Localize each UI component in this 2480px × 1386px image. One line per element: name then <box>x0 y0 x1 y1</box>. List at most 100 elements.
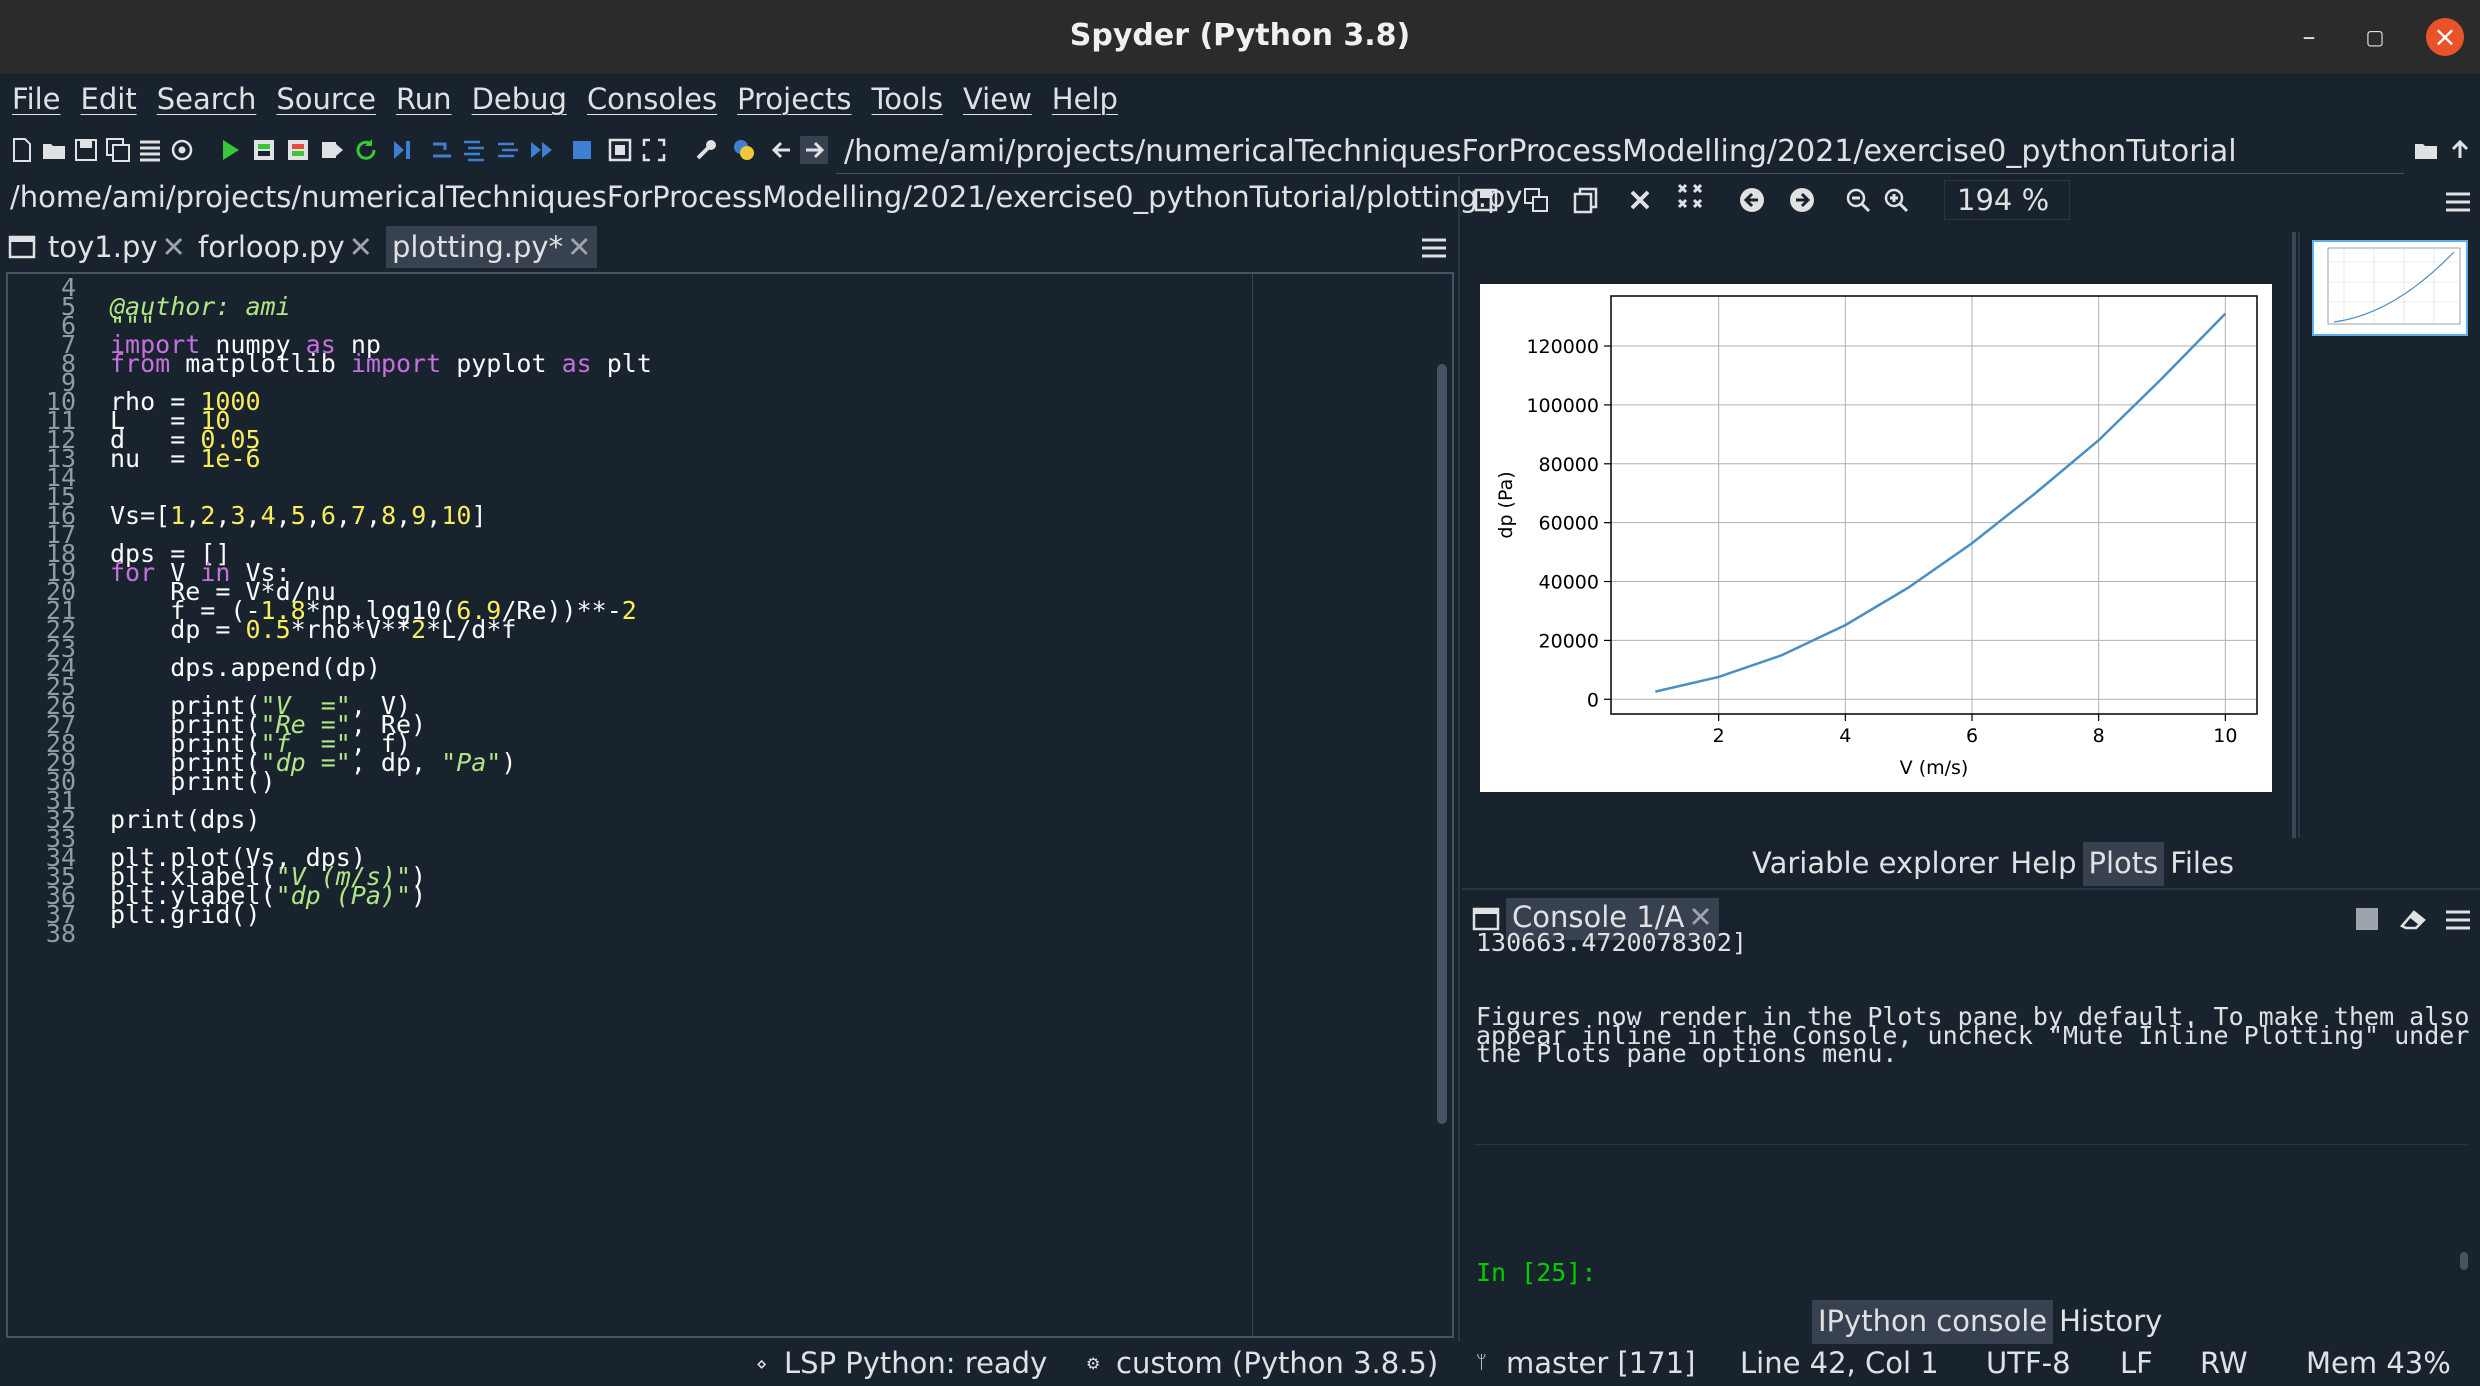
y-tick-label: 100000 <box>1526 395 1599 417</box>
save-all-plots-icon[interactable] <box>1522 186 1550 214</box>
parent-dir-arrow-icon[interactable] <box>2446 136 2474 164</box>
line-number: 38 <box>45 919 76 948</box>
close-tab-icon[interactable]: ✕ <box>567 230 591 264</box>
run-icon[interactable] <box>216 136 244 164</box>
close-tab-icon[interactable]: ✕ <box>349 230 373 264</box>
editor-options-menu-icon[interactable] <box>1420 236 1448 260</box>
menu-source[interactable]: Source <box>276 82 376 116</box>
y-axis-label: dp (Pa) <box>1495 471 1517 538</box>
browse-tabs-icon[interactable] <box>8 234 36 260</box>
remove-all-plots-icon[interactable] <box>1676 182 1704 210</box>
editor-scrollbar[interactable] <box>1434 274 1452 1336</box>
menu-run[interactable]: Run <box>396 82 452 116</box>
python-env-status[interactable]: custom (Python 3.8.5) <box>1116 1346 1438 1380</box>
tab-toy1[interactable]: toy1.py ✕ <box>42 226 192 268</box>
line-endings: LF <box>2120 1346 2153 1380</box>
code-editor[interactable]: 4 5 @author: ami 6 """ 7 import numpy as np 8 fr… <box>6 272 1454 1338</box>
step-icon[interactable] <box>428 136 456 164</box>
run-selection-icon[interactable] <box>318 136 346 164</box>
zoom-in-icon[interactable] <box>1882 186 1910 214</box>
file-encoding: UTF-8 <box>1986 1346 2071 1380</box>
rerun-icon[interactable] <box>352 136 380 164</box>
tab-variable-explorer[interactable]: Variable explorer <box>1746 842 2004 886</box>
new-file-icon[interactable] <box>8 136 36 164</box>
clear-console-eraser-icon[interactable] <box>2398 906 2428 932</box>
interrupt-kernel-icon[interactable] <box>2354 906 2380 932</box>
copy-plot-icon[interactable] <box>1572 186 1600 214</box>
x-tick-label: 10 <box>2213 725 2237 747</box>
zoom-out-icon[interactable] <box>1844 186 1872 214</box>
browse-folder-icon[interactable] <box>2412 136 2440 164</box>
back-arrow-icon[interactable] <box>768 136 796 164</box>
title-bar: Spyder (Python 3.8) – ▢ × <box>0 0 2480 74</box>
tab-history[interactable]: History <box>2053 1300 2168 1344</box>
y-tick-label: 80000 <box>1539 454 1599 476</box>
fullscreen-icon[interactable] <box>640 136 668 164</box>
tab-help[interactable]: Help <box>2004 842 2082 886</box>
x-tick-label: 2 <box>1713 725 1725 747</box>
git-branch-status: master [171] <box>1506 1346 1696 1380</box>
menu-view[interactable]: View <box>963 82 1032 116</box>
run-cell-advance-icon[interactable] <box>284 136 312 164</box>
code-text: from matplotlib import pyplot as plt <box>110 349 652 378</box>
close-tab-icon[interactable]: ✕ <box>162 230 186 264</box>
tab-plotting[interactable]: plotting.py* ✕ <box>386 226 598 268</box>
open-file-icon[interactable] <box>40 136 68 164</box>
forward-arrow-icon[interactable] <box>800 136 828 164</box>
plot-figure: 2 4 6 8 10 0 20000 40000 60000 80000 100000 120000 … <box>1480 284 2272 792</box>
y-tick-label: 120000 <box>1526 336 1599 358</box>
run-cell-icon[interactable] <box>250 136 278 164</box>
menu-consoles[interactable]: Consoles <box>587 82 717 116</box>
at-icon[interactable] <box>168 136 196 164</box>
console-prompt: In [25]: <box>1476 1258 1597 1287</box>
tab-ipython-console[interactable]: IPython console <box>1812 1300 2054 1344</box>
x-tick-label: 4 <box>1839 725 1851 747</box>
list-icon[interactable] <box>136 136 164 164</box>
tab-forloop[interactable]: forloop.py ✕ <box>192 226 379 268</box>
code-line[interactable]: 38 <box>8 919 76 948</box>
save-icon[interactable] <box>72 136 100 164</box>
plot-thumbnail[interactable] <box>2312 240 2468 336</box>
scroll-thumb[interactable] <box>1437 364 1447 1124</box>
code-text: print(dps) <box>110 805 261 834</box>
line-chart: 2 4 6 8 10020000400006000080000100000120000 … <box>1495 295 2258 779</box>
close-button[interactable]: × <box>2426 18 2464 56</box>
save-plot-icon[interactable] <box>1472 186 1500 214</box>
tab-label: forloop.py <box>198 230 345 264</box>
debug-icon[interactable] <box>388 136 416 164</box>
working-directory-input[interactable]: /home/ami/projects/numericalTechniquesFo… <box>836 128 2404 174</box>
save-all-icon[interactable] <box>104 136 132 164</box>
tab-plots[interactable]: Plots <box>2082 842 2165 886</box>
tab-files[interactable]: Files <box>2164 842 2240 886</box>
menu-tools[interactable]: Tools <box>872 82 943 116</box>
plots-pane-tabs: Variable explorer Help Plots Files <box>1746 842 2240 886</box>
remove-plot-icon[interactable] <box>1626 186 1654 214</box>
continue-icon[interactable] <box>528 136 556 164</box>
next-plot-icon[interactable] <box>1788 186 1816 214</box>
menu-edit[interactable]: Edit <box>81 82 137 116</box>
menu-search[interactable]: Search <box>157 82 257 116</box>
code-text: print() <box>110 767 276 796</box>
zoom-level-field[interactable]: 194 % <box>1944 180 2070 220</box>
previous-plot-icon[interactable] <box>1738 186 1766 214</box>
thumbnail-chart <box>2327 247 2461 325</box>
maximize-pane-icon[interactable] <box>606 136 634 164</box>
code-text: plt.grid() <box>110 900 261 929</box>
plots-options-menu-icon[interactable] <box>2444 188 2472 216</box>
maximize-button[interactable]: ▢ <box>2356 18 2394 56</box>
memory-usage: Mem 43% <box>2306 1346 2451 1380</box>
menu-file[interactable]: File <box>12 82 61 116</box>
menu-help[interactable]: Help <box>1052 82 1118 116</box>
console-scrollbar[interactable] <box>2460 1252 2468 1270</box>
lsp-status[interactable]: LSP Python: ready <box>784 1346 1047 1380</box>
minimize-button[interactable]: – <box>2290 18 2328 56</box>
menu-projects[interactable]: Projects <box>737 82 851 116</box>
ipython-console[interactable]: 130663.4720078302] Figures now render in … <box>1474 930 2469 1294</box>
step-into-icon[interactable] <box>460 136 488 164</box>
python-path-icon[interactable] <box>730 136 758 164</box>
preferences-wrench-icon[interactable] <box>692 136 720 164</box>
stop-debug-icon[interactable] <box>568 136 596 164</box>
console-options-menu-icon[interactable] <box>2444 908 2472 932</box>
menu-debug[interactable]: Debug <box>472 82 567 116</box>
step-return-icon[interactable] <box>494 136 522 164</box>
